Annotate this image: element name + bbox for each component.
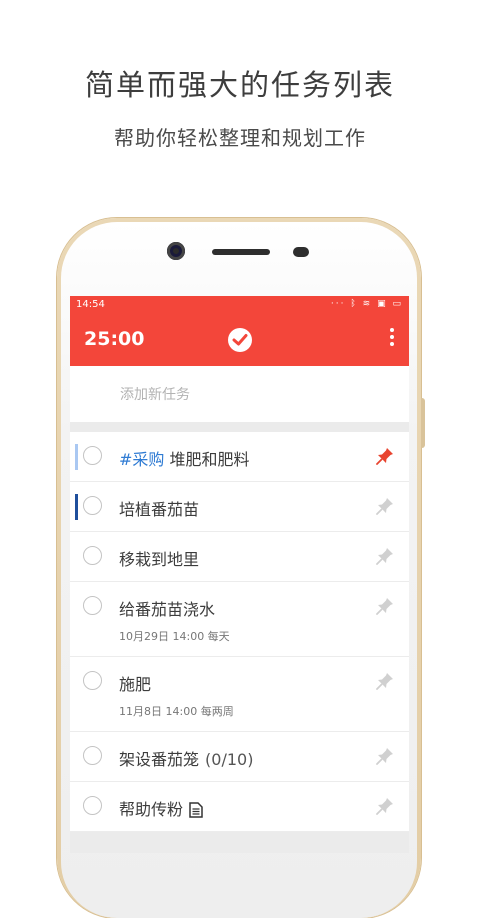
- task-row[interactable]: 施肥 11月8日 14:00 每两周: [70, 657, 409, 732]
- subtask-count: (0/10): [205, 750, 254, 769]
- task-title-text: 堆肥和肥料: [164, 450, 250, 469]
- task-checkbox[interactable]: [83, 596, 102, 615]
- task-title-text: 施肥: [119, 675, 152, 694]
- task-title: 移栽到地里: [119, 546, 199, 570]
- add-task-area: [70, 366, 409, 422]
- task-list: #采购 堆肥和肥料培植番茄苗移栽到地里给番茄苗浇水 10月29日 14:00 每天…: [70, 432, 409, 832]
- app-bar: 25:00: [70, 314, 409, 366]
- promo-headline: 简单而强大的任务列表: [84, 68, 395, 102]
- task-reminder: 11月8日 14:00 每两周: [119, 705, 234, 718]
- sim-icon: ▣: [377, 299, 388, 309]
- front-camera: [167, 242, 185, 260]
- task-title: 架设番茄笼 (0/10): [119, 746, 253, 770]
- status-time: 14:54: [76, 299, 105, 310]
- task-title: #采购 堆肥和肥料: [119, 446, 250, 470]
- task-checkbox[interactable]: [83, 496, 102, 515]
- add-task-input[interactable]: [118, 382, 392, 408]
- task-title: 培植番茄苗: [119, 496, 199, 520]
- note-icon: [189, 802, 203, 822]
- earpiece-speaker: [212, 249, 270, 255]
- pomodoro-timer[interactable]: 25:00: [84, 328, 144, 350]
- task-title-text: 培植番茄苗: [119, 500, 200, 519]
- task-reminder: 10月29日 14:00 每天: [119, 630, 230, 643]
- pin-icon[interactable]: [375, 496, 395, 516]
- task-title-text: 给番茄苗浇水: [119, 600, 216, 619]
- task-title-text: 架设番茄笼: [119, 750, 200, 769]
- status-bar: 14:54 ··· ᛒ ≋ ▣ ▭: [70, 296, 409, 314]
- battery-icon: ▭: [392, 299, 403, 309]
- task-row[interactable]: #采购 堆肥和肥料: [70, 432, 409, 482]
- task-row[interactable]: 给番茄苗浇水 10月29日 14:00 每天: [70, 582, 409, 657]
- task-checkbox[interactable]: [83, 546, 102, 565]
- pin-icon[interactable]: [375, 546, 395, 566]
- task-title: 给番茄苗浇水: [119, 596, 215, 620]
- task-title: 帮助传粉: [119, 796, 203, 822]
- priority-bar: [75, 444, 78, 470]
- task-checkbox[interactable]: [83, 671, 102, 690]
- bluetooth-icon: ᛒ: [350, 299, 358, 309]
- proximity-sensor: [293, 247, 309, 257]
- task-row[interactable]: 移栽到地里: [70, 532, 409, 582]
- priority-bar: [75, 494, 78, 520]
- phone-side-button: [421, 398, 425, 448]
- status-icons: ··· ᛒ ≋ ▣ ▭: [331, 299, 403, 309]
- checkmark-circle-icon[interactable]: [228, 328, 252, 352]
- pin-icon[interactable]: [375, 671, 395, 691]
- task-checkbox[interactable]: [83, 796, 102, 815]
- task-title-text: 移栽到地里: [119, 550, 200, 569]
- task-row[interactable]: 架设番茄笼 (0/10): [70, 732, 409, 782]
- dots-icon: ···: [330, 299, 346, 309]
- task-tag[interactable]: #采购: [119, 450, 164, 469]
- task-title-text: 帮助传粉: [119, 800, 184, 819]
- task-title: 施肥: [119, 671, 151, 695]
- pin-icon[interactable]: [375, 596, 395, 616]
- task-row[interactable]: 培植番茄苗: [70, 482, 409, 532]
- task-row[interactable]: 帮助传粉: [70, 782, 409, 832]
- app-screen: 14:54 ··· ᛒ ≋ ▣ ▭ 25:00 #采购 堆肥和肥料培植番茄苗移栽…: [70, 296, 409, 853]
- pin-icon[interactable]: [375, 746, 395, 766]
- task-checkbox[interactable]: [83, 746, 102, 765]
- wifi-icon: ≋: [362, 299, 373, 309]
- more-vert-icon[interactable]: [389, 328, 395, 352]
- task-checkbox[interactable]: [83, 446, 102, 465]
- promo-subline: 帮助你轻松整理和规划工作: [114, 126, 366, 150]
- pin-icon[interactable]: [375, 446, 395, 466]
- pin-icon[interactable]: [375, 796, 395, 816]
